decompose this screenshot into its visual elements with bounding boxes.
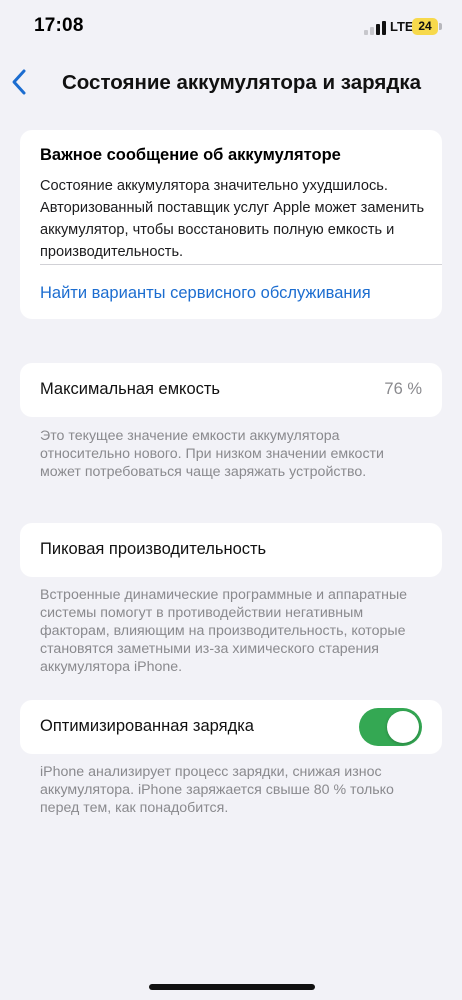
important-message-card: Важное сообщение об аккумуляторе Состоян… bbox=[20, 130, 442, 319]
max-capacity-row: Максимальная емкость 76 % bbox=[20, 363, 442, 417]
important-message-body: Состояние аккумулятора значительно ухудш… bbox=[40, 178, 425, 260]
optimized-charging-footnote: iPhone анализирует процесс зарядки, сниж… bbox=[40, 764, 394, 816]
card-divider bbox=[40, 264, 442, 265]
peak-performance-label: Пиковая производительность bbox=[40, 540, 267, 558]
optimized-charging-toggle[interactable] bbox=[359, 708, 422, 746]
max-capacity-label: Максимальная емкость bbox=[40, 380, 221, 398]
max-capacity-footnote: Это текущее значение емкости аккумулятор… bbox=[40, 428, 384, 480]
battery-tip bbox=[439, 23, 442, 30]
peak-performance-footnote: Встроенные динамические программные и ап… bbox=[40, 587, 408, 675]
toggle-knob bbox=[387, 711, 419, 743]
home-indicator[interactable] bbox=[149, 984, 315, 990]
page-title: Состояние аккумулятора и зарядка bbox=[62, 71, 422, 94]
battery-icon: 24 bbox=[412, 18, 438, 35]
network-type: LTE bbox=[390, 19, 414, 34]
status-time: 17:08 bbox=[34, 15, 84, 36]
optimized-charging-label: Оптимизированная зарядка bbox=[40, 717, 254, 735]
important-message-title: Важное сообщение об аккумуляторе bbox=[40, 146, 341, 164]
optimized-charging-row: Оптимизированная зарядка bbox=[20, 700, 442, 754]
signal-icon bbox=[364, 21, 386, 35]
max-capacity-value: 76 % bbox=[384, 380, 422, 398]
status-bar: 17:08 LTE 24 bbox=[0, 0, 462, 52]
find-service-options-link[interactable]: Найти варианты сервисного обслуживания bbox=[40, 284, 371, 303]
peak-performance-row: Пиковая производительность bbox=[20, 523, 442, 577]
navigation-bar: Состояние аккумулятора и зарядка bbox=[0, 55, 462, 111]
chevron-left-icon[interactable] bbox=[8, 65, 32, 99]
